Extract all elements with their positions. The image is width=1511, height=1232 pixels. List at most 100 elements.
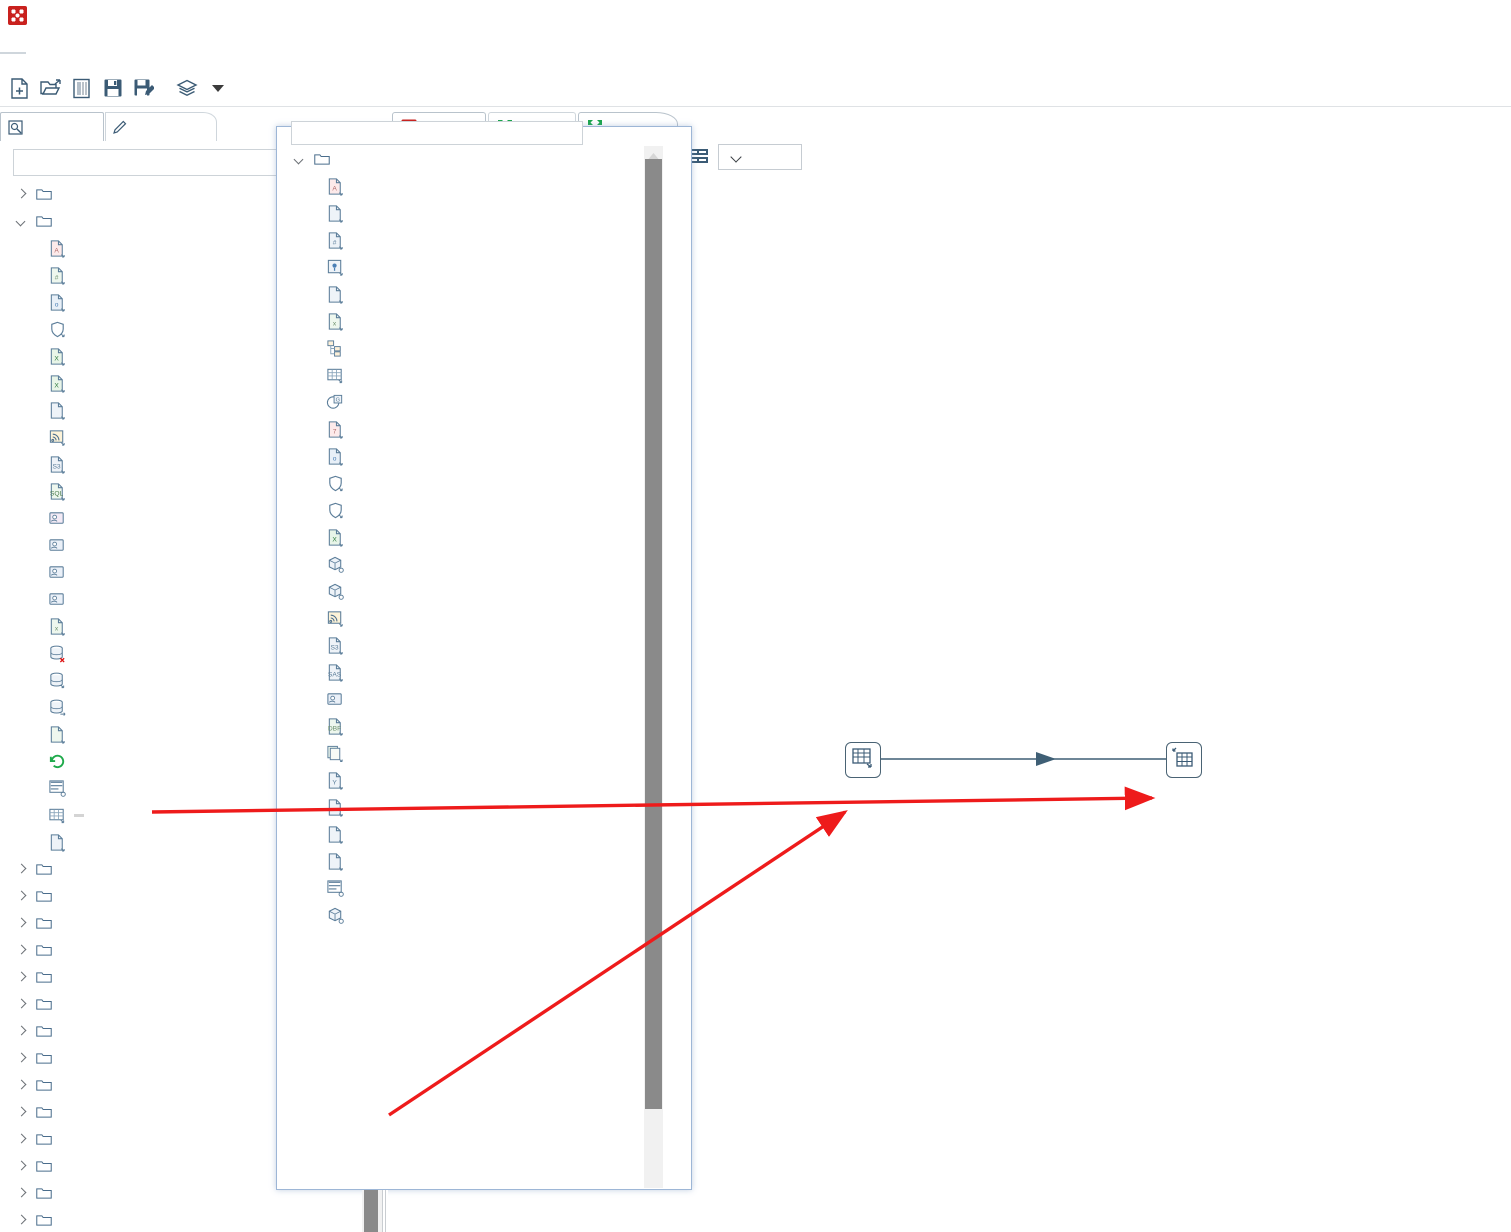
- chevron-right-icon[interactable]: [14, 970, 30, 986]
- popup-item-row[interactable]: #: [278, 227, 646, 254]
- chevron-down-icon[interactable]: [14, 214, 30, 230]
- popup-item-row[interactable]: x: [278, 308, 646, 335]
- salesforce-delete-icon: [47, 509, 68, 528]
- svg-text:A: A: [332, 185, 337, 192]
- new-file-icon[interactable]: [6, 75, 33, 101]
- svg-text:#: #: [55, 274, 59, 281]
- object-tree-icon: [8, 119, 23, 135]
- popup-item-row[interactable]: [278, 740, 646, 767]
- popup-search-input[interactable]: [291, 121, 583, 145]
- svg-text:S3: S3: [330, 644, 338, 651]
- save-icon[interactable]: [99, 75, 126, 101]
- popup-item-row[interactable]: [278, 794, 646, 821]
- popup-item-row[interactable]: [278, 848, 646, 875]
- xml-output-icon: x: [47, 617, 68, 636]
- layers-icon[interactable]: [173, 75, 200, 101]
- core-objects-popup[interactable]: A # x G 7 o X S3 SAS DBF Y: [276, 121, 692, 1190]
- chevron-right-icon[interactable]: [14, 1132, 30, 1148]
- cube-input-icon: #: [325, 231, 346, 250]
- table-input-step[interactable]: [845, 742, 881, 778]
- popup-item-row[interactable]: [278, 470, 646, 497]
- chevron-right-icon[interactable]: [14, 1051, 30, 1067]
- popup-item-row[interactable]: [278, 497, 646, 524]
- text-file-input-icon: [325, 852, 346, 871]
- access-input-icon: A: [325, 177, 346, 196]
- popup-item-row[interactable]: [278, 821, 646, 848]
- menu-file[interactable]: [0, 46, 26, 54]
- chevron-right-icon[interactable]: [14, 997, 30, 1013]
- popup-item-row[interactable]: [278, 200, 646, 227]
- chevron-down-icon[interactable]: [292, 152, 308, 168]
- popup-scrollbar-thumb[interactable]: [645, 159, 662, 1109]
- svg-text:X: X: [54, 355, 59, 362]
- popup-item-row[interactable]: SAS: [278, 659, 646, 686]
- svg-text:A: A: [54, 247, 59, 254]
- svg-text:DBF: DBF: [328, 725, 341, 732]
- panel-resize-grip[interactable]: [382, 1190, 388, 1232]
- tab-main-object-tree[interactable]: [0, 112, 104, 141]
- table-output-step[interactable]: [1166, 742, 1202, 778]
- popup-item-row[interactable]: [278, 686, 646, 713]
- popup-item-row[interactable]: [278, 902, 646, 929]
- popup-item-row[interactable]: S3: [278, 632, 646, 659]
- chevron-right-icon[interactable]: [14, 862, 30, 878]
- chevron-right-icon[interactable]: [14, 1213, 30, 1229]
- popup-item-row[interactable]: DBF: [278, 713, 646, 740]
- chevron-right-icon[interactable]: [14, 1078, 30, 1094]
- tree-folder-row[interactable]: [0, 1207, 385, 1232]
- popup-item-row[interactable]: o: [278, 443, 646, 470]
- popup-item-row[interactable]: [278, 875, 646, 902]
- open-recent-icon[interactable]: [68, 75, 95, 101]
- save-as-icon[interactable]: [130, 75, 157, 101]
- popup-item-row[interactable]: 7: [278, 416, 646, 443]
- folder-icon: [33, 1103, 54, 1122]
- popup-item-row[interactable]: [278, 551, 646, 578]
- zoom-level-combobox[interactable]: [718, 144, 802, 170]
- popup-item-row[interactable]: A: [278, 173, 646, 200]
- popup-item-row[interactable]: [278, 578, 646, 605]
- menu-edit[interactable]: [26, 47, 52, 53]
- popup-item-row[interactable]: Y: [278, 767, 646, 794]
- folder-icon: [33, 1211, 54, 1230]
- svg-text:X: X: [54, 382, 59, 389]
- left-panel-scrollbar[interactable]: [362, 1190, 388, 1232]
- menu-tools[interactable]: [104, 47, 130, 53]
- svg-text:#: #: [333, 239, 337, 246]
- popup-item-row[interactable]: G: [278, 389, 646, 416]
- chevron-down-icon[interactable]: [204, 75, 231, 101]
- cube-output-icon: #: [47, 266, 68, 285]
- menu-view[interactable]: [52, 47, 78, 53]
- left-panel-scrollbar-thumb[interactable]: [364, 1190, 378, 1232]
- popup-item-row[interactable]: [278, 281, 646, 308]
- chevron-right-icon[interactable]: [14, 889, 30, 905]
- chevron-right-icon[interactable]: [14, 1159, 30, 1175]
- fixed-width-input-icon: [325, 798, 346, 817]
- chevron-right-icon[interactable]: [14, 1024, 30, 1040]
- popup-item-row[interactable]: [278, 335, 646, 362]
- menu-help[interactable]: [130, 47, 156, 53]
- popup-folder-row[interactable]: [278, 146, 646, 173]
- chevron-right-icon[interactable]: [14, 187, 30, 203]
- menu-run[interactable]: [78, 47, 104, 53]
- svg-text:G: G: [336, 398, 340, 404]
- rss-input-icon: [325, 609, 346, 628]
- chevron-down-icon[interactable]: [732, 152, 743, 163]
- popup-tree-list[interactable]: A # x G 7 o X S3 SAS DBF Y: [278, 146, 646, 1188]
- rss-output-icon: [47, 428, 68, 447]
- chevron-right-icon[interactable]: [14, 943, 30, 959]
- open-folder-icon[interactable]: [37, 75, 64, 101]
- popup-scroll-up-arrow[interactable]: [645, 148, 662, 159]
- chevron-right-icon[interactable]: [14, 916, 30, 932]
- chevron-right-icon[interactable]: [14, 1105, 30, 1121]
- popup-item-row[interactable]: [278, 254, 646, 281]
- delete-icon: [47, 644, 68, 663]
- pentaho-report-icon: [47, 401, 68, 420]
- ldap-input-icon: [325, 474, 346, 493]
- tab-core-objects[interactable]: [105, 112, 217, 141]
- popup-item-row[interactable]: [278, 605, 646, 632]
- popup-item-row[interactable]: X: [278, 524, 646, 551]
- folder-icon: [33, 1076, 54, 1095]
- popup-item-row[interactable]: [278, 362, 646, 389]
- folder-icon: [33, 1049, 54, 1068]
- chevron-right-icon[interactable]: [14, 1186, 30, 1202]
